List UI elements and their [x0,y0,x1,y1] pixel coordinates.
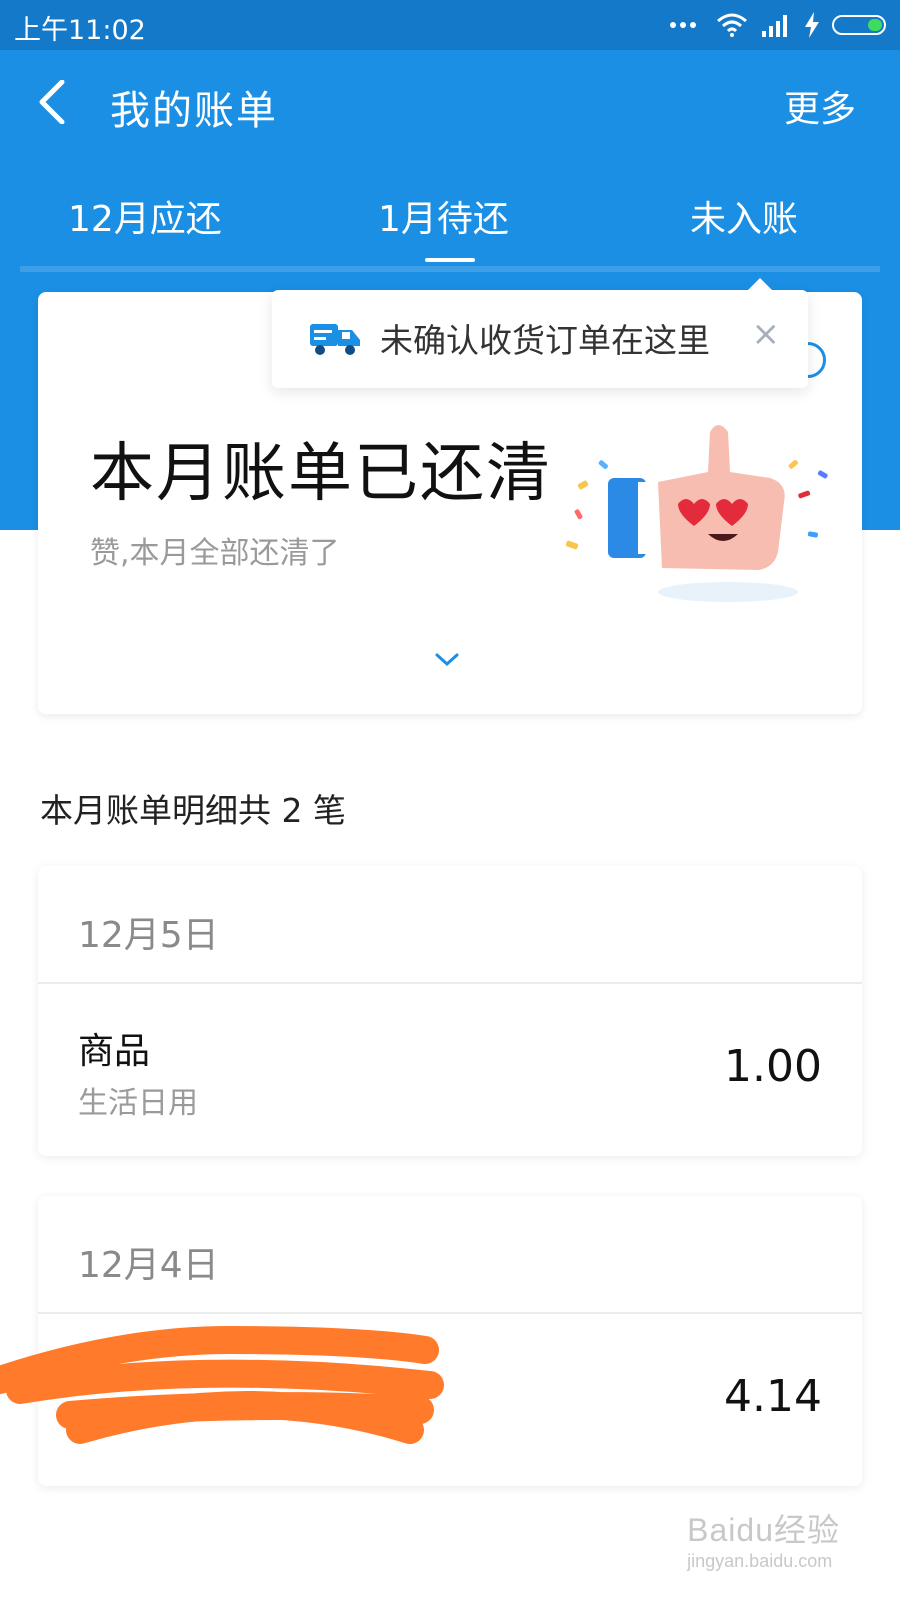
watermark: Baidu经验 jingyan.baidu.com [687,1505,840,1572]
back-button[interactable] [36,79,76,130]
bill-date: 12月5日 [78,915,219,956]
summary-subtitle: 赞,本月全部还清了 [90,536,340,571]
battery-icon [832,15,886,35]
tab-december-due[interactable]: 12月应还 [68,190,222,242]
tab-unposted[interactable]: 未入账 [690,190,798,242]
summary-title: 本月账单已还清 [90,437,552,511]
truck-icon [310,324,360,355]
more-button[interactable]: 更多 [784,80,856,132]
card-divider [38,982,862,984]
thumbs-up-icon [565,425,828,602]
wifi-icon [717,13,747,37]
bill-item-amount: 1.00 [724,1041,822,1092]
charging-icon [805,12,819,38]
bill-item-name: 商品 [78,1031,151,1072]
chevron-down-icon[interactable] [434,652,460,668]
redaction-scribble [0,1325,444,1444]
detail-heading: 本月账单明细共 2 笔 [40,791,346,830]
tab-divider [20,266,880,272]
bill-card[interactable]: 12月5日 商品 生活日用 1.00 [38,866,862,1156]
active-tab-indicator [425,258,475,262]
chevron-left-icon [39,79,65,125]
dots-icon [670,22,696,28]
bill-date: 12月4日 [78,1245,219,1286]
page-title: 我的账单 [110,88,278,134]
status-icons [670,10,886,40]
bill-item-amount: 4.14 [724,1371,822,1422]
app-header: 我的账单 更多 [0,50,900,160]
signal-icon [762,15,787,37]
tooltip-arrow [748,278,772,290]
close-icon[interactable]: × [752,314,781,354]
card-divider [38,1312,862,1314]
tab-january-pending[interactable]: 1月待还 [378,190,509,242]
tooltip-text: 未确认收货订单在这里 [380,321,710,360]
status-time: 上午11:02 [14,15,146,46]
tab-bar: 12月应还 1月待还 未入账 [0,170,900,272]
bill-item-category: 生活日用 [78,1086,198,1121]
watermark-sub: jingyan.baidu.com [687,1551,833,1571]
status-bar: 上午11:02 [0,0,900,50]
unconfirmed-orders-tooltip[interactable]: 未确认收货订单在这里 × [272,278,808,388]
watermark-main: Baidu经验 [687,1512,840,1548]
